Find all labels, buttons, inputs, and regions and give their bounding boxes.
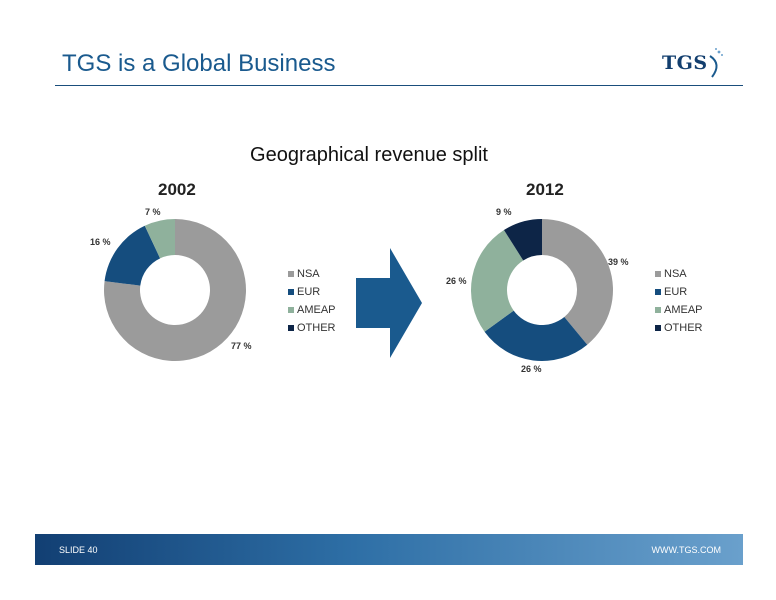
chart-2012-title: 2012 [526,180,564,199]
legend-swatch-other [655,325,661,331]
data-label-2002-ameap: 7 % [145,207,161,217]
logo-swoosh-icon [709,48,723,78]
legend-item-nsa: NSA [288,265,336,283]
chart-subtitle: Geographical revenue split [250,144,488,166]
page-title: TGS is a Global Business [62,50,336,77]
legend-label: NSA [664,268,687,280]
data-label-2012-ameap: 26 % [446,276,467,286]
title-divider [55,85,743,86]
legend-item-ameap: AMEAP [655,301,703,319]
legend-label: EUR [297,286,321,298]
data-label-2002-nsa: 77 % [231,341,252,351]
legend-item-eur: EUR [288,283,336,301]
legend-label: EUR [664,286,688,298]
legend-label: NSA [297,268,320,280]
chart-2002-title: 2002 [158,180,196,199]
legend-2012: NSA EUR AMEAP OTHER [655,265,703,337]
legend-swatch-nsa [655,271,661,277]
data-label-2012-nsa: 39 % [608,257,629,267]
data-label-2002-eur: 16 % [90,237,111,247]
legend-item-nsa: NSA [655,265,703,283]
legend-item-other: OTHER [288,319,336,337]
legend-label: OTHER [297,322,336,334]
donut-chart-2012 [471,219,613,361]
arrow-right-icon [356,248,422,358]
slide-number: SLIDE 40 [59,545,98,555]
legend-swatch-nsa [288,271,294,277]
footer-url: WWW.TGS.COM [651,545,722,555]
data-label-2012-eur: 26 % [521,364,542,374]
legend-label: AMEAP [297,304,336,316]
legend-swatch-eur [655,289,661,295]
legend-item-other: OTHER [655,319,703,337]
footer-bar: SLIDE 40 WWW.TGS.COM [35,534,743,565]
legend-item-ameap: AMEAP [288,301,336,319]
legend-swatch-eur [288,289,294,295]
legend-swatch-ameap [655,307,661,313]
tgs-logo: TGS [656,46,726,82]
legend-swatch-other [288,325,294,331]
legend-label: OTHER [664,322,703,334]
data-label-2012-other: 9 % [496,207,512,217]
legend-item-eur: EUR [655,283,703,301]
legend-swatch-ameap [288,307,294,313]
legend-label: AMEAP [664,304,703,316]
legend-2002: NSA EUR AMEAP OTHER [288,265,336,337]
